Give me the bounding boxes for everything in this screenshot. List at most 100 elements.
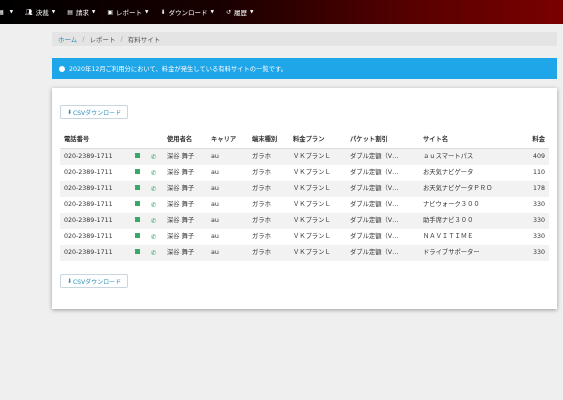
- header-plan[interactable]: 料金プラン: [293, 132, 345, 148]
- cell-site-name: ドライブサポーター: [423, 249, 480, 256]
- cell-phone: 020-2389-1711: [64, 201, 113, 208]
- cell-site-name: ナビウォーク３００: [423, 201, 480, 208]
- phone-icon[interactable]: ✆: [151, 213, 159, 230]
- header-site-name[interactable]: サイト名: [423, 132, 513, 148]
- breadcrumb-current: 有料サイト: [127, 36, 161, 44]
- cell-packet-discount: ダブル定額（V…: [350, 217, 399, 224]
- people-icon: 👥︎: [25, 8, 33, 16]
- nav-menu-billing[interactable]: ▤ 請求 ▼: [67, 7, 96, 18]
- cell-phone: 020-2389-1711: [64, 185, 113, 192]
- sms-icon[interactable]: [135, 165, 143, 181]
- phone-icon[interactable]: ✆: [151, 229, 159, 246]
- csv-download-button-bottom[interactable]: ⬇ CSVダウンロード: [60, 274, 129, 288]
- table-row: 020-2389-1711 ✆ 深谷 舞子 au ガラホ ＶＫプランＬ ダブル定…: [60, 181, 549, 197]
- table-row: 020-2389-1711 ✆ 深谷 舞子 au ガラホ ＶＫプランＬ ダブル定…: [60, 197, 549, 213]
- chevron-down-icon: ▼: [91, 9, 96, 15]
- alert-text: 2020年12月ご利用分において、料金が発生している有料サイトの一覧です。: [69, 66, 287, 73]
- table-row: 020-2389-1711 ✆ 深谷 舞子 au ガラホ ＶＫプランＬ ダブル定…: [60, 245, 549, 261]
- cell-fee: 330: [532, 233, 545, 240]
- cell-plan: ＶＫプランＬ: [293, 169, 331, 176]
- breadcrumb-separator: /: [120, 35, 123, 43]
- grid-icon: ▦: [0, 8, 4, 16]
- table-row: 020-2389-1711 ✆ 深谷 舞子 au ガラホ ＶＫプランＬ ダブル定…: [60, 149, 549, 165]
- paid-sites-table: 電話番号 使用者名 キャリア 端末種別 料金プラン パケット割引 サイト名 料金…: [60, 132, 549, 261]
- cell-plan: ＶＫプランＬ: [293, 249, 331, 256]
- nav-label-approval: 決裁: [35, 9, 49, 17]
- cell-user: 深谷 舞子: [167, 201, 195, 208]
- cell-user: 深谷 舞子: [167, 185, 195, 192]
- info-alert: 2020年12月ご利用分において、料金が発生している有料サイトの一覧です。: [52, 58, 557, 79]
- phone-icon[interactable]: ✆: [151, 197, 159, 214]
- phone-icon[interactable]: ✆: [151, 149, 159, 166]
- sms-icon[interactable]: [135, 229, 143, 245]
- cell-plan: ＶＫプランＬ: [293, 217, 331, 224]
- table-header-row: 電話番号 使用者名 キャリア 端末種別 料金プラン パケット割引 サイト名 料金: [60, 132, 549, 149]
- cell-fee: 330: [532, 249, 545, 256]
- cell-device-type: ガラホ: [252, 153, 271, 160]
- download-icon: ⬇: [67, 108, 73, 116]
- header-fee[interactable]: 料金: [515, 132, 545, 148]
- sms-icon[interactable]: [135, 213, 143, 229]
- top-navbar: ▦ ▼ 👥︎ 決裁 ▼ ▤ 請求 ▼ ▣ レポート ▼ ⬇ ダウンロード ▼ ↺…: [0, 0, 563, 24]
- breadcrumb: ホーム / レポート / 有料サイト: [52, 32, 557, 46]
- sms-icon[interactable]: [135, 245, 143, 261]
- header-device-type[interactable]: 端末種別: [252, 132, 288, 148]
- cell-carrier: au: [211, 153, 219, 160]
- cell-carrier: au: [211, 249, 219, 256]
- cell-device-type: ガラホ: [252, 201, 271, 208]
- nav-label-download: ダウンロード: [168, 9, 208, 17]
- header-carrier[interactable]: キャリア: [211, 132, 247, 148]
- phone-icon[interactable]: ✆: [151, 245, 159, 262]
- nav-menu-approval[interactable]: 👥︎ 決裁 ▼: [25, 7, 55, 18]
- cell-carrier: au: [211, 233, 219, 240]
- cell-site-name: お天気ナビゲータ: [423, 169, 474, 176]
- cell-plan: ＶＫプランＬ: [293, 153, 331, 160]
- cell-fee: 110: [532, 169, 545, 176]
- cell-fee: 330: [532, 217, 545, 224]
- cell-site-name: ａｕスマートパス: [423, 153, 474, 160]
- cell-plan: ＶＫプランＬ: [293, 185, 331, 192]
- nav-menu-grid[interactable]: ▦ ▼: [0, 9, 13, 16]
- chevron-down-icon: ▼: [145, 9, 149, 15]
- csv-download-button-top[interactable]: ⬇ CSVダウンロード: [60, 105, 129, 119]
- breadcrumb-report: レポート: [89, 36, 116, 44]
- history-icon: ↺: [226, 8, 232, 16]
- cell-packet-discount: ダブル定額（V…: [350, 169, 399, 176]
- cell-phone: 020-2389-1711: [64, 169, 113, 176]
- file-icon: ▤: [67, 8, 73, 16]
- nav-label-history: 履歴: [234, 9, 248, 17]
- header-packet-discount[interactable]: パケット割引: [350, 132, 414, 148]
- nav-menu-report[interactable]: ▣ レポート ▼: [107, 7, 149, 18]
- csv-download-label: CSVダウンロード: [73, 278, 122, 286]
- cell-fee: 330: [532, 201, 545, 208]
- breadcrumb-home-link[interactable]: ホーム: [58, 34, 77, 44]
- cell-user: 深谷 舞子: [167, 249, 195, 256]
- cell-device-type: ガラホ: [252, 249, 271, 256]
- download-icon: ⬇: [67, 277, 73, 285]
- header-user[interactable]: 使用者名: [167, 132, 207, 148]
- nav-menu-download[interactable]: ⬇ ダウンロード ▼: [160, 7, 215, 18]
- nav-label-billing: 請求: [75, 9, 89, 17]
- download-icon: ⬇: [160, 8, 166, 16]
- header-phone[interactable]: 電話番号: [64, 132, 124, 148]
- cell-user: 深谷 舞子: [167, 233, 195, 240]
- cell-carrier: au: [211, 217, 219, 224]
- chevron-down-icon: ▼: [9, 9, 14, 15]
- nav-menu-history[interactable]: ↺ 履歴 ▼: [226, 7, 254, 18]
- sms-icon[interactable]: [135, 181, 143, 197]
- chevron-down-icon: ▼: [250, 9, 254, 15]
- sms-icon[interactable]: [135, 149, 143, 165]
- cell-phone: 020-2389-1711: [64, 233, 113, 240]
- cell-packet-discount: ダブル定額（V…: [350, 233, 399, 240]
- nav-label-report: レポート: [116, 9, 143, 17]
- phone-icon[interactable]: ✆: [151, 181, 159, 198]
- cell-plan: ＶＫプランＬ: [293, 201, 331, 208]
- cell-phone: 020-2389-1711: [64, 217, 113, 224]
- sms-icon[interactable]: [135, 197, 143, 213]
- chevron-down-icon: ▼: [210, 9, 215, 15]
- cell-device-type: ガラホ: [252, 217, 271, 224]
- info-icon: [59, 65, 65, 72]
- cell-fee: 178: [532, 185, 545, 192]
- phone-icon[interactable]: ✆: [151, 165, 159, 182]
- cell-phone: 020-2389-1711: [64, 153, 113, 160]
